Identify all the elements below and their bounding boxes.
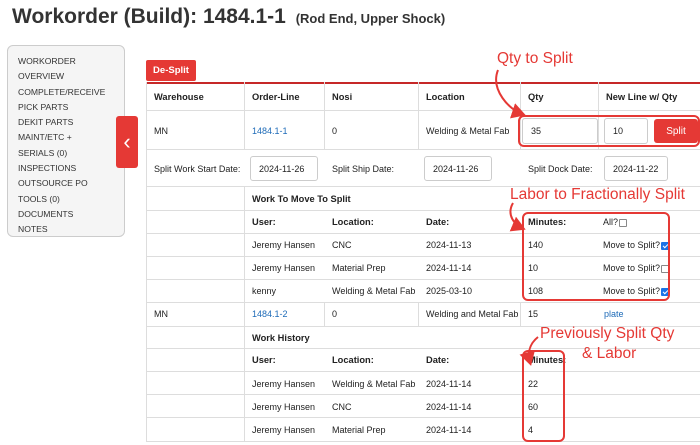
annotation-arrows bbox=[495, 69, 539, 366]
history-arrow bbox=[519, 336, 539, 366]
labor-arrow bbox=[509, 202, 526, 232]
qty-arrow bbox=[495, 69, 526, 119]
